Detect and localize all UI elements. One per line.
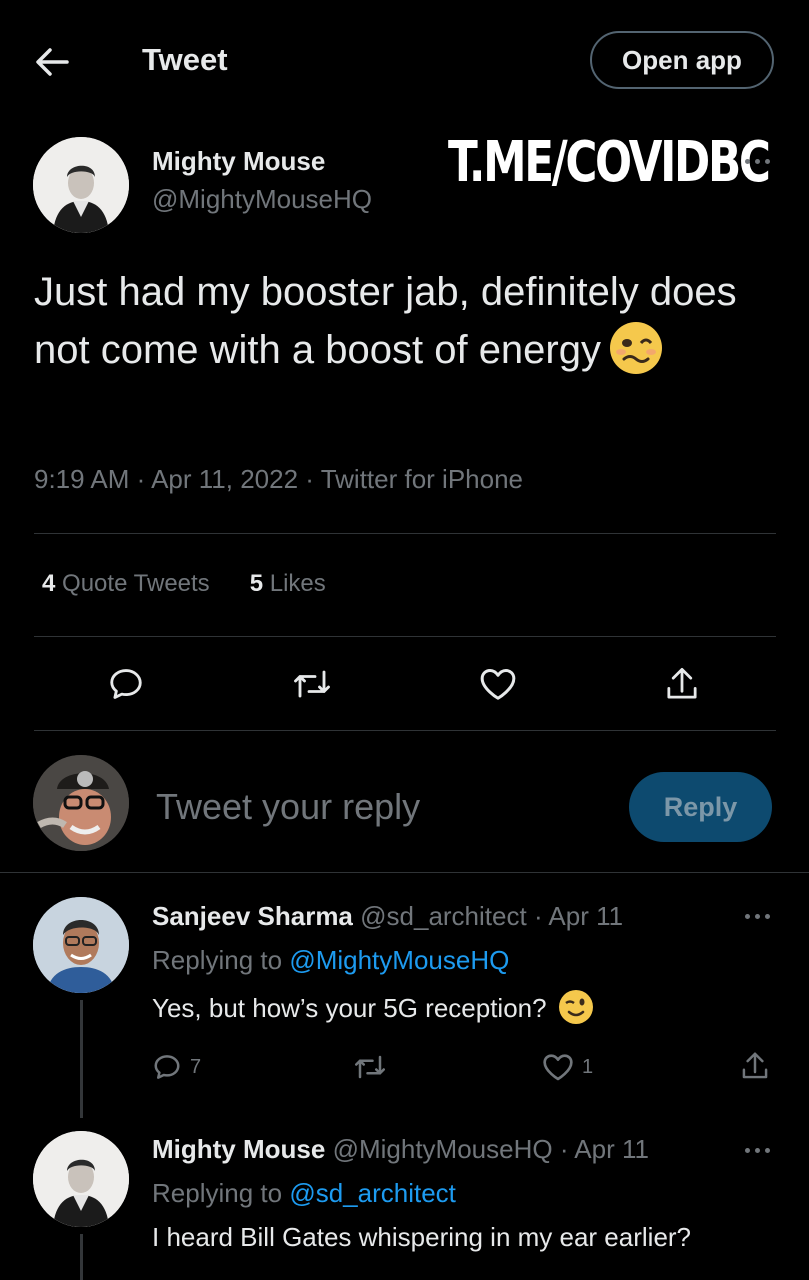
heart-icon: [543, 1054, 573, 1081]
reply-date[interactable]: Apr 11: [574, 1134, 649, 1164]
divider: [34, 533, 776, 534]
tweet-text: Just had my booster jab, definitely does…: [34, 264, 774, 379]
watermark-text: T.ME/COVIDBC: [448, 130, 771, 195]
open-app-button[interactable]: Open app: [590, 31, 774, 89]
author-name[interactable]: Mighty Mouse: [152, 146, 325, 177]
share-action[interactable]: [660, 662, 704, 706]
thread-line: [80, 1234, 83, 1280]
retweet-action[interactable]: [290, 662, 334, 706]
like-count: 1: [582, 1055, 594, 1078]
reply-share-action[interactable]: [740, 1050, 770, 1082]
reply-retweet-action[interactable]: [352, 1052, 388, 1082]
retweet-icon: [294, 670, 330, 698]
back-arrow-icon: [36, 48, 69, 76]
reply-like-action[interactable]: 1: [542, 1052, 593, 1082]
current-user-avatar[interactable]: [33, 755, 129, 851]
share-icon: [667, 667, 697, 699]
heart-icon: [480, 669, 516, 700]
winking-face-icon: [558, 990, 593, 1024]
more-options-icon[interactable]: [745, 1148, 770, 1153]
tweet-source[interactable]: Twitter for iPhone: [321, 464, 523, 494]
reply-author-name[interactable]: Mighty Mouse: [152, 1134, 325, 1164]
page-title: Tweet: [142, 42, 228, 77]
replying-to-link[interactable]: @sd_architect: [289, 1178, 456, 1208]
tweet-meta: 9:19 AM · Apr 11, 2022 · Twitter for iPh…: [34, 464, 523, 494]
replying-to: Replying to @MightyMouseHQ: [152, 945, 510, 975]
reply-icon: [154, 1055, 180, 1079]
divider: [34, 636, 776, 637]
divider: [0, 872, 809, 873]
thread-line: [80, 1000, 83, 1118]
reply-text: Yes, but how’s your 5G reception?: [152, 989, 594, 1025]
woozy-face-icon: [610, 322, 662, 374]
retweet-icon: [355, 1055, 385, 1079]
replying-to-link[interactable]: @MightyMouseHQ: [289, 945, 509, 975]
reply-icon: [110, 669, 142, 699]
tweet-time: 9:19 AM: [34, 464, 130, 494]
back-button[interactable]: [30, 40, 74, 84]
more-options-icon[interactable]: [745, 914, 770, 919]
reply-comment-action[interactable]: 7: [152, 1052, 201, 1082]
like-action[interactable]: [476, 662, 520, 706]
reply-author-handle[interactable]: @sd_architect: [360, 901, 527, 931]
reply-header: Mighty Mouse @MightyMouseHQ · Apr 11: [152, 1134, 649, 1164]
more-options-icon[interactable]: [745, 159, 770, 164]
tweet-page: Tweet Open app Mighty Mouse @MightyMouse…: [0, 0, 809, 1280]
author-handle[interactable]: @MightyMouseHQ: [152, 184, 372, 215]
likes-stat[interactable]: 5 Likes: [250, 570, 326, 598]
divider: [34, 730, 776, 731]
share-icon: [742, 1052, 768, 1079]
reply-text: I heard Bill Gates whispering in my ear …: [152, 1222, 692, 1252]
reply-count: 7: [190, 1055, 202, 1078]
reply-author-handle[interactable]: @MightyMouseHQ: [333, 1134, 553, 1164]
top-bar: Tweet Open app: [0, 0, 809, 120]
reply-author-name[interactable]: Sanjeev Sharma: [152, 901, 353, 931]
author-avatar[interactable]: [33, 137, 129, 233]
reply-header: Sanjeev Sharma @sd_architect · Apr 11: [152, 901, 624, 931]
reply-date[interactable]: Apr 11: [548, 901, 623, 931]
reply-avatar[interactable]: [33, 897, 129, 993]
reply-action[interactable]: [104, 662, 148, 706]
reply-input[interactable]: Tweet your reply: [156, 786, 420, 828]
tweet-stats: 4 Quote Tweets 5 Likes: [42, 570, 326, 598]
reply-avatar[interactable]: [33, 1131, 129, 1227]
tweet-date: Apr 11, 2022: [151, 464, 299, 494]
quote-tweets-stat[interactable]: 4 Quote Tweets: [42, 570, 210, 598]
replying-to: Replying to @sd_architect: [152, 1178, 456, 1208]
reply-button[interactable]: Reply: [629, 772, 772, 842]
